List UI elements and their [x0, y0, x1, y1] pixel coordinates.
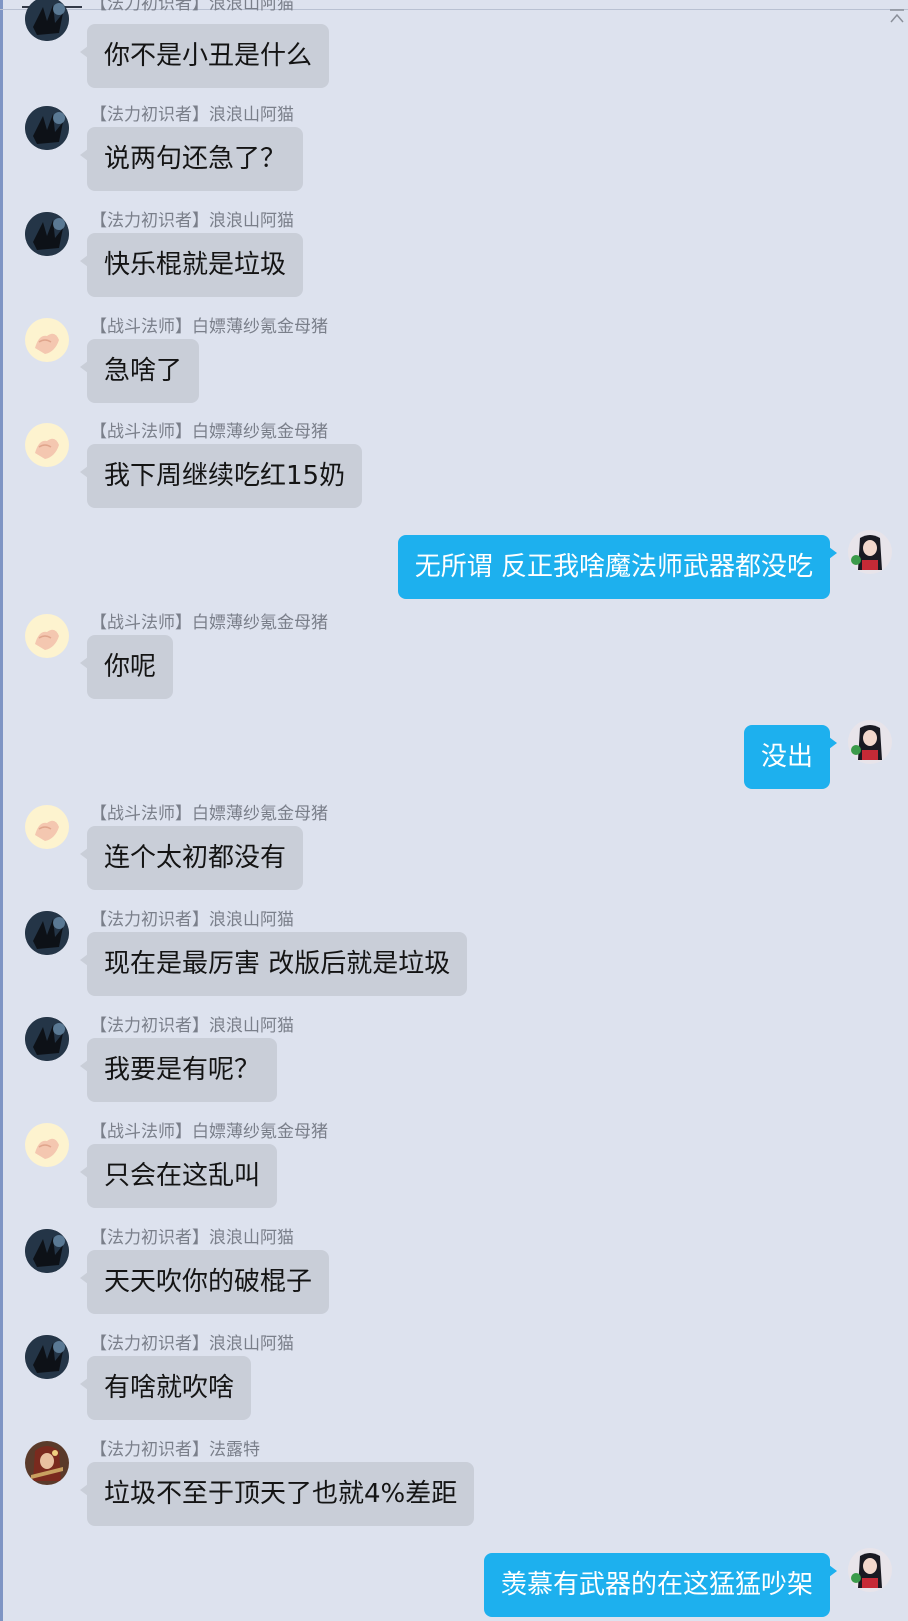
sender-name: 【战斗法师】白嫖薄纱氪金母猪 [90, 1122, 328, 1142]
message-bubble[interactable]: 你呢 [79, 635, 174, 699]
message-bubble-self[interactable]: 羡慕有武器的在这猛猛吵架 [483, 1553, 838, 1617]
hand-dark-avatar[interactable] [25, 106, 69, 150]
message-bubble[interactable]: 连个太初都没有 [79, 826, 304, 890]
message-bubble[interactable]: 垃圾不至于顶天了也就4%差距 [79, 1462, 475, 1526]
sender-name: 【法力初识者】浪浪山阿猫 [90, 1334, 294, 1354]
hand-light-avatar[interactable] [25, 423, 69, 467]
message-bubble[interactable]: 有啥就吹啥 [79, 1356, 252, 1420]
message-bubble-self[interactable]: 无所谓 反正我啥魔法师武器都没吃 [397, 535, 838, 599]
message-bubble[interactable]: 我下周继续吃红15奶 [79, 444, 363, 508]
sender-name: 【战斗法师】白嫖薄纱氪金母猪 [90, 613, 328, 633]
hand-dark-avatar[interactable] [25, 1229, 69, 1273]
chat-message-list[interactable]: 【法力初识者】浪浪山阿猫 你不是小丑是什么 【法力初识者】浪浪山阿猫 说两句还急… [0, 0, 908, 1621]
hand-light-avatar[interactable] [25, 614, 69, 658]
message-bubble[interactable]: 快乐棍就是垃圾 [79, 233, 304, 297]
hand-dark-avatar[interactable] [25, 0, 69, 41]
sender-name: 【法力初识者】浪浪山阿猫 [90, 211, 294, 231]
sender-name: 【战斗法师】白嫖薄纱氪金母猪 [90, 804, 328, 824]
hand-dark-avatar[interactable] [25, 1335, 69, 1379]
message-bubble[interactable]: 你不是小丑是什么 [79, 24, 330, 88]
anime-girl-avatar[interactable] [848, 720, 892, 764]
hand-dark-avatar[interactable] [25, 212, 69, 256]
sender-name: 【法力初识者】浪浪山阿猫 [90, 1016, 294, 1036]
sender-name: 【战斗法师】白嫖薄纱氪金母猪 [90, 317, 328, 337]
hand-light-avatar[interactable] [25, 1123, 69, 1167]
warrior-avatar[interactable] [25, 1441, 69, 1485]
sender-name: 【法力初识者】浪浪山阿猫 [90, 1228, 294, 1248]
sender-name: 【法力初识者】浪浪山阿猫 [90, 910, 294, 930]
hand-dark-avatar[interactable] [25, 1017, 69, 1061]
message-bubble[interactable]: 天天吹你的破棍子 [79, 1250, 330, 1314]
sender-name: 【法力初识者】浪浪山阿猫 [90, 105, 294, 125]
hand-light-avatar[interactable] [25, 805, 69, 849]
sender-name: 【战斗法师】白嫖薄纱氪金母猪 [90, 422, 328, 442]
message-bubble[interactable]: 说两句还急了？ [79, 127, 304, 191]
message-bubble[interactable]: 我要是有呢？ [79, 1038, 278, 1102]
sender-name: 【法力初识者】浪浪山阿猫 [90, 0, 294, 14]
anime-girl-avatar[interactable] [848, 530, 892, 574]
sender-name: 【法力初识者】法露特 [90, 1440, 260, 1460]
message-bubble[interactable]: 急啥了 [79, 339, 200, 403]
hand-light-avatar[interactable] [25, 318, 69, 362]
message-bubble[interactable]: 只会在这乱叫 [79, 1144, 278, 1208]
hand-dark-avatar[interactable] [25, 911, 69, 955]
message-bubble-self[interactable]: 没出 [743, 725, 838, 789]
anime-girl-avatar[interactable] [848, 1548, 892, 1592]
message-bubble[interactable]: 现在是最厉害 改版后就是垃圾 [79, 932, 468, 996]
